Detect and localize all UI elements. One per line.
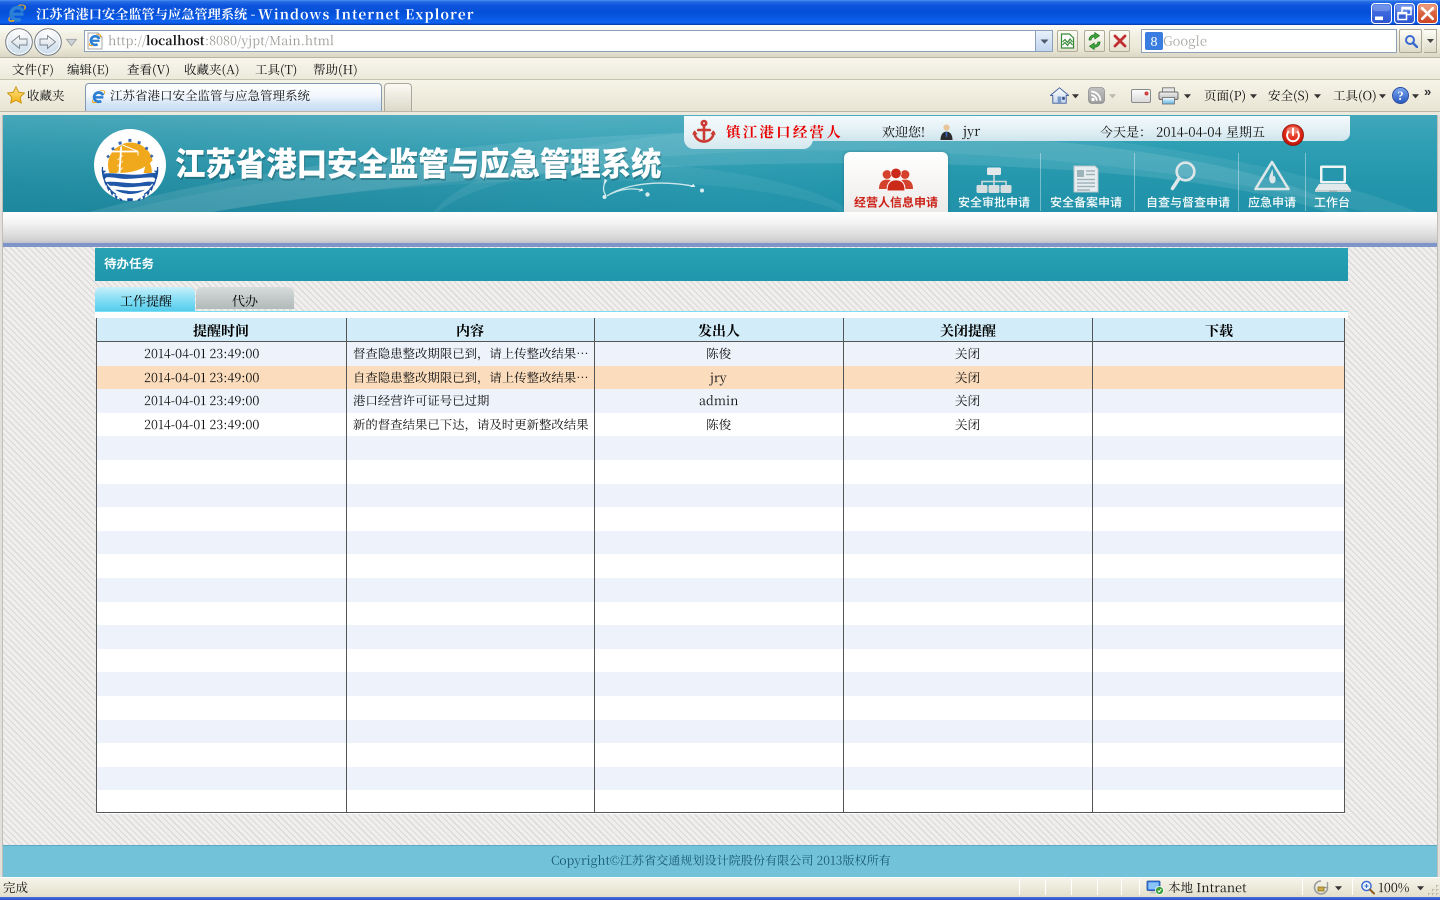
svg-text:?: ? xyxy=(1397,89,1403,103)
svg-text:8: 8 xyxy=(1151,35,1158,50)
